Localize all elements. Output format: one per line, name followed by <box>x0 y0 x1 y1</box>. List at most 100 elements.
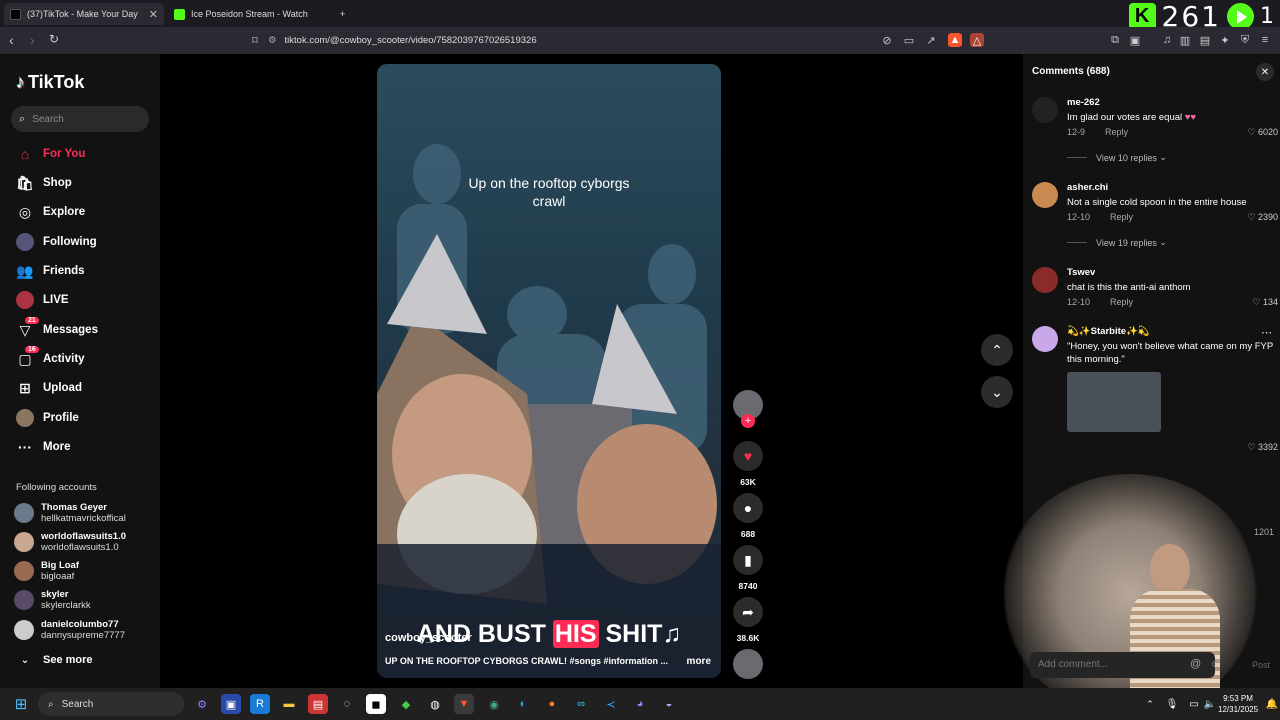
comment-image[interactable] <box>1067 372 1161 432</box>
see-more-button[interactable]: ⌄ See more <box>16 649 93 671</box>
reply-button[interactable]: Reply <box>1110 297 1133 307</box>
avatar[interactable] <box>1032 267 1058 293</box>
reload-icon[interactable]: ↻ <box>49 32 59 46</box>
share-button[interactable]: ➦ 38.6K <box>733 597 763 643</box>
reply-button[interactable]: Reply <box>1110 212 1133 222</box>
chrome-icon[interactable]: ◉ <box>484 694 504 714</box>
nav-following[interactable]: Following <box>16 231 97 253</box>
tiktok-logo[interactable]: ♪ TikTok <box>16 72 84 93</box>
steam-icon[interactable]: ◒ <box>659 694 679 714</box>
nav-explore[interactable]: ◎ Explore <box>16 201 85 223</box>
wallet-icon[interactable]: ▤ <box>1198 33 1212 47</box>
tab-tiktok[interactable]: (37)TikTok - Make Your Day ✕ <box>4 3 164 25</box>
volume-icon[interactable]: 🔈 <box>1200 694 1220 714</box>
avatar[interactable] <box>1032 326 1058 352</box>
notification-icon[interactable]: 🔔 <box>1262 694 1280 714</box>
close-icon[interactable]: ✕ <box>1256 63 1274 81</box>
file-explorer-icon[interactable]: ▬ <box>279 694 299 714</box>
comment-user[interactable]: 💫✨Starbite✨💫 <box>1067 326 1150 337</box>
nav-more[interactable]: ··· More <box>16 436 70 458</box>
nav-shop[interactable]: 🛍 Shop <box>16 172 72 194</box>
view-replies-button[interactable]: View 10 replies ⌄ <box>1067 152 1167 163</box>
post-button[interactable]: Post <box>1252 660 1270 670</box>
new-tab-button[interactable]: + <box>334 3 352 25</box>
app-icon[interactable]: ▣ <box>221 694 241 714</box>
nav-live[interactable]: LIVE <box>16 289 69 311</box>
sound-button[interactable] <box>733 649 763 679</box>
save-button[interactable]: ▮ 8740 <box>733 545 763 591</box>
brave-shields-icon[interactable]: ▲ <box>948 33 962 47</box>
comment-button[interactable]: ● 688 <box>733 493 763 539</box>
cast-icon[interactable]: ▭ <box>902 33 916 47</box>
music-icon[interactable]: ♫ <box>1160 33 1174 47</box>
app-icon[interactable]: ◆ <box>396 694 416 714</box>
nav-profile[interactable]: Profile <box>16 407 79 429</box>
microphone-icon[interactable]: 🎙 <box>1162 694 1182 714</box>
more-button[interactable]: more <box>687 656 711 667</box>
account-item[interactable]: Big Loaf bigloaaf <box>14 560 79 582</box>
nav-friends[interactable]: 👥 Friends <box>16 260 84 282</box>
comment-user[interactable]: asher.chi <box>1067 182 1108 193</box>
vscode-icon[interactable]: ≺ <box>601 694 621 714</box>
comment-like-button[interactable]: ♡ 2390 <box>1247 212 1278 223</box>
forward-icon[interactable]: › <box>30 32 35 48</box>
avatar[interactable] <box>1032 182 1058 208</box>
app-icon[interactable]: ◌ <box>337 694 357 714</box>
add-comment-input[interactable]: Add comment... <box>1030 652 1215 678</box>
video-author[interactable]: cowboy_scooter <box>385 632 472 644</box>
leo-icon[interactable]: ✦ <box>1218 33 1232 47</box>
reply-button[interactable]: Reply <box>1105 127 1128 137</box>
share-icon[interactable]: ↗ <box>924 33 938 47</box>
close-tab-icon[interactable]: ✕ <box>149 8 158 21</box>
tab-kick[interactable]: Ice Poseidon Stream - Watch Live <box>168 3 328 25</box>
edge-icon[interactable]: ◐ <box>513 694 533 714</box>
nav-upload[interactable]: ⊞ Upload <box>16 377 82 399</box>
windows-start-icon[interactable]: ⊞ <box>11 694 31 714</box>
comment-user[interactable]: me-262 <box>1067 97 1100 108</box>
video-player[interactable]: Up on the rooftop cyborgs crawl AND BUST… <box>377 64 721 678</box>
app-icon[interactable]: ∞ <box>571 694 591 714</box>
nav-activity[interactable]: ▢ 16 Activity <box>16 346 85 370</box>
screenshot-icon[interactable]: ▣ <box>1128 33 1142 47</box>
media-off-icon[interactable]: ⊘ <box>880 33 894 47</box>
site-info-icon[interactable]: ⚙ <box>268 35 277 46</box>
app-icon[interactable]: ⚙ <box>192 694 212 714</box>
previous-video-button[interactable]: ⌃ <box>981 334 1013 366</box>
comment-user[interactable]: Tswev <box>1067 267 1095 278</box>
chevron-up-icon[interactable]: ⌃ <box>1140 694 1160 714</box>
search-input[interactable]: ⌕ Search <box>11 106 149 132</box>
account-item[interactable]: skyler skylerclarkk <box>14 589 91 611</box>
account-item[interactable]: Thomas Geyer hellkatmavrickoffical <box>14 502 126 524</box>
sidebar-icon[interactable]: ▥ <box>1178 33 1192 47</box>
comment-like-button[interactable]: ♡ 3392 <box>1247 442 1278 453</box>
vpn-icon[interactable]: ⛨ <box>1238 33 1252 47</box>
comment-like-button[interactable]: ♡ 6020 <box>1247 127 1278 138</box>
account-item[interactable]: worldoflawsuits1.0 worldoflawsuits1.0 <box>14 531 126 553</box>
view-replies-button[interactable]: View 19 replies ⌄ <box>1067 237 1167 248</box>
taskbar-search[interactable]: ⌕ Search <box>38 692 184 716</box>
account-item[interactable]: danielcolumbo77 dannysupreme7777 <box>14 619 125 641</box>
app-icon[interactable]: R <box>250 694 270 714</box>
app-icon[interactable]: ▤ <box>308 694 328 714</box>
extensions-icon[interactable]: ⧉ <box>1108 33 1122 47</box>
follow-plus-icon[interactable]: + <box>741 414 755 428</box>
firefox-icon[interactable]: ● <box>542 694 562 714</box>
author-avatar-button[interactable]: + <box>733 390 763 428</box>
nav-messages[interactable]: ▽ 21 Messages <box>16 317 98 341</box>
comment-like-button[interactable]: ♡ 134 <box>1252 297 1278 308</box>
next-video-button[interactable]: ⌄ <box>981 376 1013 408</box>
app-icon[interactable]: ◼ <box>366 694 386 714</box>
avatar[interactable] <box>1032 97 1058 123</box>
system-clock[interactable]: 9:53 PM 12/31/2025 <box>1218 693 1258 715</box>
back-icon[interactable]: ‹ <box>9 32 14 48</box>
discord-icon[interactable]: ◕ <box>630 694 650 714</box>
app-icon[interactable]: ◍ <box>425 694 445 714</box>
emoji-icon[interactable]: ☺ <box>1210 658 1221 670</box>
mention-icon[interactable]: @ <box>1190 658 1201 670</box>
like-button[interactable]: ♥ 63K <box>733 441 763 487</box>
brave-rewards-icon[interactable]: △ <box>970 33 984 47</box>
bookmark-icon[interactable]: ⌑ <box>248 33 262 47</box>
nav-for-you[interactable]: ⌂ For You <box>16 143 86 165</box>
menu-icon[interactable]: ≡ <box>1258 33 1272 47</box>
comment-options-icon[interactable]: ⋯ <box>1261 326 1272 339</box>
